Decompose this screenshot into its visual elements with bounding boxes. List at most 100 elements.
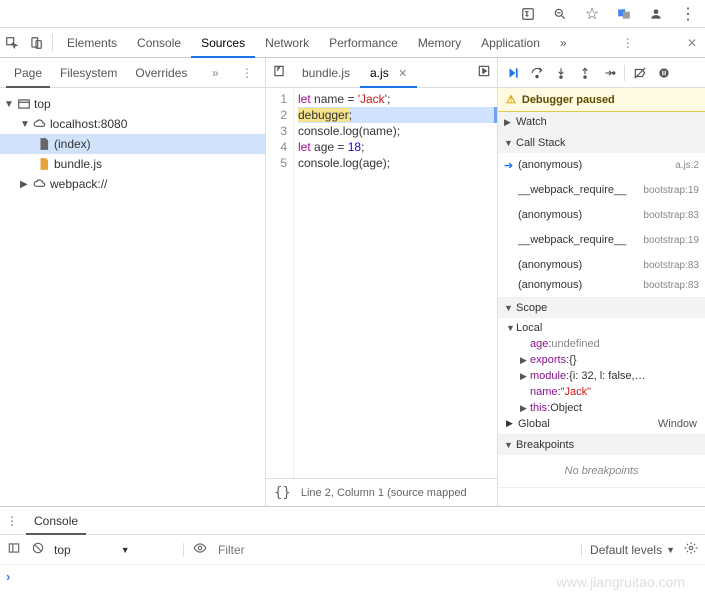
device-toggle-icon[interactable] — [24, 36, 48, 50]
close-icon[interactable]: ✕ — [398, 68, 407, 80]
drawer-menu-icon[interactable]: ⋮ — [6, 514, 26, 528]
file-tree: ▼ top ▼ localhost:8080 (index) bundle.js… — [0, 88, 265, 200]
scope-local[interactable]: ▼Local — [498, 320, 705, 336]
stack-frame[interactable]: (anonymous)bootstrap:83 — [498, 205, 705, 225]
tab-performance[interactable]: Performance — [319, 28, 408, 58]
code-line: console.log(age); — [298, 155, 497, 171]
paused-text: Debugger paused — [522, 94, 615, 106]
drawer-tab-console[interactable]: Console — [26, 507, 86, 535]
file-tab-a[interactable]: a.js ✕ — [360, 58, 417, 88]
run-snippet-icon[interactable] — [471, 64, 497, 81]
console-controls: top ▼ Default levels ▼ — [0, 535, 705, 565]
browser-toolbar: ☆ ⋮ — [0, 0, 705, 28]
devtools-menu-icon[interactable]: ⋮ — [614, 36, 642, 50]
eye-icon[interactable] — [192, 541, 208, 558]
step-over-icon[interactable] — [526, 62, 548, 84]
toggle-sidebar-icon[interactable] — [6, 541, 22, 558]
watch-header[interactable]: ▶Watch — [498, 112, 705, 132]
google-translate-icon[interactable] — [615, 5, 633, 23]
tree-webpack[interactable]: ▶ webpack:// — [0, 174, 265, 194]
step-icon[interactable] — [598, 62, 620, 84]
scope-global[interactable]: ▶GlobalWindow — [498, 416, 705, 432]
stack-frame[interactable]: (anonymous)bootstrap:83 — [498, 275, 705, 295]
tab-overrides[interactable]: Overrides — [127, 58, 195, 88]
chevron-right-icon: ▶ — [520, 403, 530, 414]
menu-icon[interactable]: ⋮ — [679, 5, 697, 23]
code-area[interactable]: let name = 'Jack'; debugger; console.log… — [294, 88, 497, 478]
cursor-position: Line 2, Column 1 (source mapped — [301, 487, 467, 499]
stack-frame[interactable]: (anonymous)bootstrap:83 — [498, 255, 705, 275]
resume-icon[interactable] — [502, 62, 524, 84]
step-out-icon[interactable] — [574, 62, 596, 84]
tabs-overflow-icon[interactable]: » — [550, 28, 577, 58]
chevron-down-icon: ▼ — [506, 323, 516, 333]
chevron-right-icon: ▶ — [506, 418, 518, 430]
log-levels[interactable]: Default levels ▼ — [581, 543, 675, 557]
pretty-print-icon[interactable]: {} — [274, 485, 291, 501]
nav-files-icon[interactable] — [266, 64, 292, 81]
navigator-tabs: Page Filesystem Overrides » ⋮ — [0, 58, 265, 88]
console-input-row[interactable]: › — [0, 565, 705, 587]
chevron-down-icon: ▼ — [504, 138, 516, 148]
cloud-icon — [32, 117, 48, 131]
tab-console[interactable]: Console — [127, 28, 191, 58]
tree-label: (index) — [52, 137, 91, 151]
stack-frame[interactable]: __webpack_require__bootstrap:19 — [498, 225, 705, 255]
tree-top[interactable]: ▼ top — [0, 94, 265, 114]
gutter: 1 2 3 4 5 — [266, 88, 294, 478]
scope-var[interactable]: name: "Jack" — [498, 384, 705, 400]
callstack-panel: ▼Call Stack ➔(anonymous)a.js:2 __webpack… — [498, 133, 705, 298]
drawer-tabs: ⋮ Console — [0, 507, 705, 535]
tab-elements[interactable]: Elements — [57, 28, 127, 58]
tree-host[interactable]: ▼ localhost:8080 — [0, 114, 265, 134]
scope-header[interactable]: ▼Scope — [498, 298, 705, 318]
debugger-panel: ⚠ Debugger paused ▶Watch ▼Call Stack ➔(a… — [498, 58, 705, 506]
stack-frame[interactable]: __webpack_require__bootstrap:19 — [498, 175, 705, 205]
context-selector[interactable]: top ▼ — [54, 543, 184, 557]
step-into-icon[interactable] — [550, 62, 572, 84]
stack-frame[interactable]: ➔(anonymous)a.js:2 — [498, 155, 705, 175]
profile-icon[interactable] — [647, 5, 665, 23]
file-icon — [36, 137, 52, 151]
settings-icon[interactable] — [683, 541, 699, 558]
current-frame-icon: ➔ — [504, 159, 518, 172]
scope-var[interactable]: age: undefined — [498, 336, 705, 352]
scope-var[interactable]: ▶exports: {} — [498, 352, 705, 368]
devtools-close-icon[interactable]: ✕ — [679, 36, 705, 50]
tree-label: localhost:8080 — [48, 117, 127, 131]
scope-panel: ▼Scope ▼Local age: undefined ▶exports: {… — [498, 298, 705, 435]
editor-tabs: bundle.js a.js ✕ — [266, 58, 497, 88]
tab-network[interactable]: Network — [255, 28, 319, 58]
code-editor[interactable]: 1 2 3 4 5 let name = 'Jack'; debugger; c… — [266, 88, 497, 478]
tree-bundle[interactable]: bundle.js — [0, 154, 265, 174]
scope-var[interactable]: ▶module: {i: 32, l: false,… — [498, 368, 705, 384]
navigator-menu-icon[interactable]: ⋮ — [235, 66, 259, 80]
tab-application[interactable]: Application — [471, 28, 550, 58]
tab-page[interactable]: Page — [6, 58, 50, 88]
filter-input[interactable] — [216, 541, 573, 559]
chevron-down-icon: ▼ — [20, 119, 32, 130]
navigator-overflow-icon[interactable]: » — [206, 66, 225, 80]
chevron-right-icon: ▶ — [20, 179, 32, 190]
tab-filesystem[interactable]: Filesystem — [52, 58, 125, 88]
tree-label: bundle.js — [52, 157, 102, 171]
inspect-icon[interactable] — [0, 36, 24, 50]
star-icon[interactable]: ☆ — [583, 5, 601, 23]
file-tab-bundle[interactable]: bundle.js — [292, 58, 360, 88]
breakpoints-header[interactable]: ▼Breakpoints — [498, 435, 705, 455]
zoom-out-icon[interactable] — [551, 5, 569, 23]
tree-index[interactable]: (index) — [0, 134, 265, 154]
tab-memory[interactable]: Memory — [408, 28, 471, 58]
tree-label: top — [32, 97, 51, 111]
deactivate-bp-icon[interactable] — [629, 62, 651, 84]
divider — [624, 65, 625, 81]
clear-console-icon[interactable] — [30, 541, 46, 558]
no-breakpoints-text: No breakpoints — [498, 457, 705, 485]
translate-icon[interactable] — [519, 5, 537, 23]
tab-sources[interactable]: Sources — [191, 28, 255, 58]
scope-var[interactable]: ▶this: Object — [498, 400, 705, 416]
console-drawer: ⋮ Console top ▼ Default levels ▼ › — [0, 506, 705, 587]
pause-exceptions-icon[interactable] — [653, 62, 675, 84]
callstack-header[interactable]: ▼Call Stack — [498, 133, 705, 153]
main-area: Page Filesystem Overrides » ⋮ ▼ top ▼ lo… — [0, 58, 705, 506]
